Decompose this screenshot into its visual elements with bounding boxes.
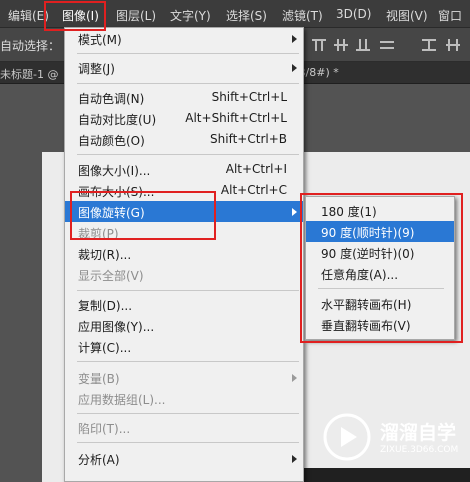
menu-edit[interactable]: 编辑(E) — [8, 7, 49, 24]
menu-window[interactable]: 窗口 — [438, 7, 462, 24]
submenu-arrow-icon — [292, 374, 297, 382]
annotation-box-rotate-submenu — [300, 193, 463, 343]
align-vcenter-icon[interactable] — [334, 39, 348, 51]
submenu-arrow-icon — [292, 455, 297, 463]
menu-separator — [77, 442, 299, 443]
distribute-top-icon[interactable] — [422, 39, 436, 51]
menu-item-variables[interactable]: 变量(B) — [65, 367, 303, 388]
annotation-box-image-rotation — [70, 191, 216, 240]
watermark-url: ZIXUE.3D66.COM — [380, 445, 459, 455]
submenu-arrow-icon — [292, 35, 297, 43]
menu-separator — [77, 83, 299, 84]
annotation-box-image-menu — [44, 1, 106, 31]
menu-separator — [77, 361, 299, 362]
menu-separator — [77, 290, 299, 291]
menu-item-trap[interactable]: 陷印(T)... — [65, 417, 303, 438]
menu-item-duplicate[interactable]: 复制(D)... — [65, 294, 303, 315]
submenu-arrow-icon — [292, 208, 297, 216]
menu-type[interactable]: 文字(Y) — [170, 7, 211, 24]
menu-separator — [77, 53, 299, 54]
menu-item-auto-contrast[interactable]: 自动对比度(U) Alt+Shift+Ctrl+L — [65, 108, 303, 129]
menu-item-auto-color[interactable]: 自动颜色(O) Shift+Ctrl+B — [65, 129, 303, 150]
document-tab-untitled[interactable]: 未标题-1 @ — [0, 66, 58, 82]
menu-select[interactable]: 选择(S) — [226, 7, 267, 24]
watermark-text: 溜溜自学 — [380, 422, 457, 444]
align-top-icon[interactable] — [312, 39, 326, 51]
menu-item-apply-data-set[interactable]: 应用数据组(L)... — [65, 388, 303, 409]
menu-3d[interactable]: 3D(D) — [336, 7, 371, 21]
image-menu-dropdown: 模式(M) 调整(J) 自动色调(N) Shift+Ctrl+L 自动对比度(U)… — [64, 27, 304, 482]
menu-separator — [77, 413, 299, 414]
menu-layer[interactable]: 图层(L) — [116, 7, 156, 24]
align-bottom-icon[interactable] — [356, 39, 370, 51]
menu-item-apply-image[interactable]: 应用图像(Y)... — [65, 315, 303, 336]
distribute-vcenter-icon[interactable] — [446, 39, 460, 51]
watermark-logo-icon — [323, 413, 371, 461]
menu-item-mode[interactable]: 模式(M) — [65, 28, 303, 49]
menu-item-calculations[interactable]: 计算(C)... — [65, 336, 303, 357]
menu-view[interactable]: 视图(V) — [386, 7, 428, 24]
menu-item-image-size[interactable]: 图像大小(I)... Alt+Ctrl+I — [65, 159, 303, 180]
menu-separator — [77, 154, 299, 155]
align-left-icon[interactable] — [380, 39, 394, 51]
menu-item-analysis[interactable]: 分析(A) — [65, 448, 303, 469]
menu-item-adjustments[interactable]: 调整(J) — [65, 57, 303, 78]
watermark: 溜溜自学 ZIXUE.3D66.COM — [322, 412, 470, 462]
submenu-arrow-icon — [292, 64, 297, 72]
auto-select-label: 自动选择： — [0, 39, 61, 53]
document-tab-current[interactable]: B/8#) * — [298, 66, 339, 79]
menu-filter[interactable]: 滤镜(T) — [282, 7, 323, 24]
menu-item-reveal-all[interactable]: 显示全部(V) — [65, 264, 303, 285]
menu-item-auto-tone[interactable]: 自动色调(N) Shift+Ctrl+L — [65, 87, 303, 108]
menu-item-trim[interactable]: 裁切(R)... — [65, 243, 303, 264]
